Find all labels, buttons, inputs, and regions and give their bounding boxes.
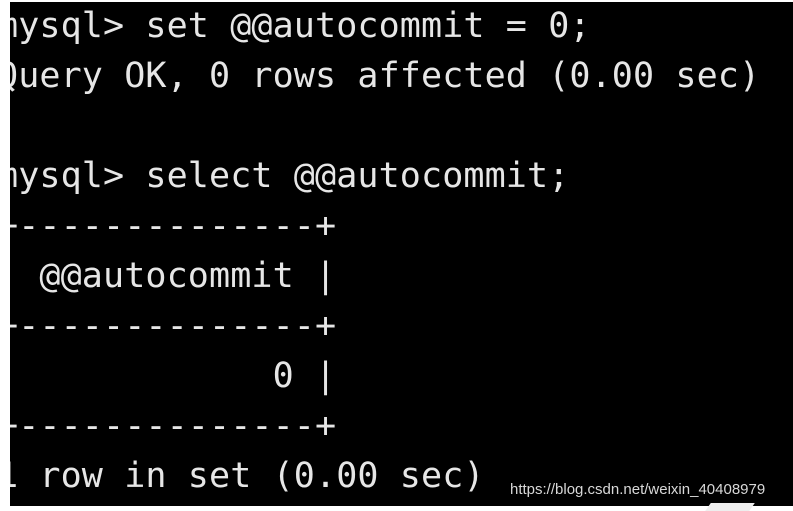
terminal-window[interactable]: mysql> set @@autocommit = 0; Query OK, 0… <box>10 2 793 506</box>
terminal-output: mysql> set @@autocommit = 0; Query OK, 0… <box>10 2 761 501</box>
table-border-top: +--------------+ <box>10 206 337 246</box>
watermark-logo-icon <box>705 503 755 511</box>
watermark-url: https://blog.csdn.net/weixin_40408979 <box>510 481 766 498</box>
command-line-select-autocommit: mysql> select @@autocommit; <box>10 156 570 196</box>
table-row: | 0 | <box>10 356 337 396</box>
table-border-middle: +--------------+ <box>10 306 337 346</box>
command-line-set-autocommit: mysql> set @@autocommit = 0; <box>10 6 591 46</box>
table-header-row: | @@autocommit | <box>10 256 337 296</box>
table-border-bottom: +--------------+ <box>10 406 337 446</box>
query-ok-message: Query OK, 0 rows affected (0.00 sec) <box>10 56 761 96</box>
